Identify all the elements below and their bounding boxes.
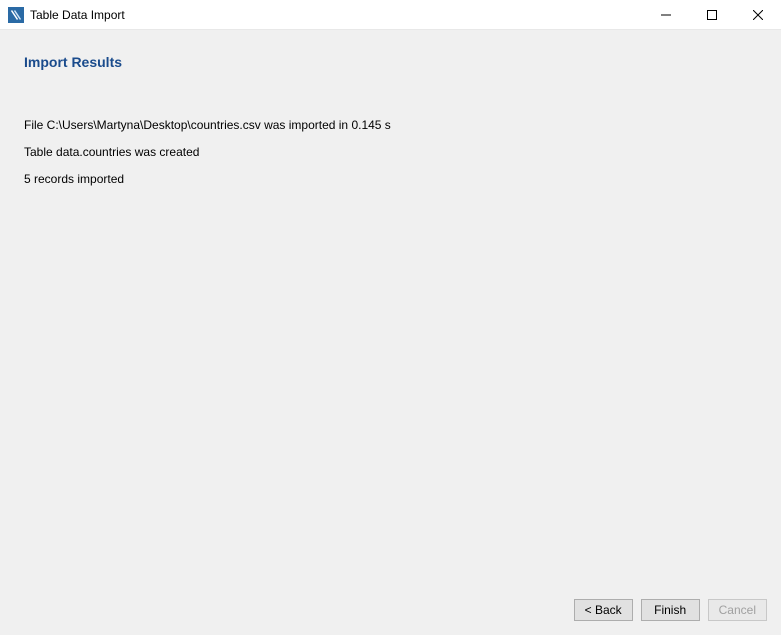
table-created-status: Table data.countries was created: [24, 145, 757, 159]
page-title: Import Results: [24, 54, 757, 70]
titlebar: Table Data Import: [0, 0, 781, 30]
window-title: Table Data Import: [30, 8, 125, 22]
records-imported-status: 5 records imported: [24, 172, 757, 186]
close-button[interactable]: [735, 0, 781, 29]
window-controls: [643, 0, 781, 29]
content-area: Import Results File C:\Users\Martyna\Des…: [0, 30, 781, 589]
cancel-button: Cancel: [708, 599, 767, 621]
back-button[interactable]: < Back: [574, 599, 633, 621]
maximize-button[interactable]: [689, 0, 735, 29]
wizard-footer: < Back Finish Cancel: [0, 589, 781, 635]
app-icon: [8, 7, 24, 23]
minimize-button[interactable]: [643, 0, 689, 29]
import-file-status: File C:\Users\Martyna\Desktop\countries.…: [24, 118, 757, 132]
finish-button[interactable]: Finish: [641, 599, 700, 621]
